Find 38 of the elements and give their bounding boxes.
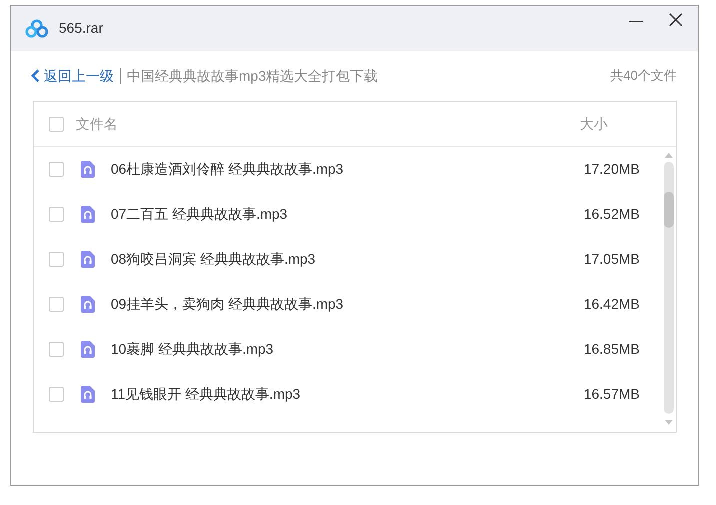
audio-file-icon	[81, 296, 95, 313]
select-all-checkbox[interactable]	[49, 116, 64, 132]
file-count: 共40个文件	[610, 67, 677, 86]
row-checkbox[interactable]	[49, 252, 64, 267]
close-icon	[669, 13, 683, 27]
file-size: 16.52MB	[584, 205, 640, 224]
row-checkbox[interactable]	[49, 297, 64, 312]
file-size: 17.20MB	[584, 160, 640, 179]
column-header: 文件名	[76, 114, 118, 134]
scroll-down-icon[interactable]	[664, 419, 674, 426]
back-link[interactable]: 返回上一级	[31, 66, 114, 86]
row-checkbox[interactable]	[49, 387, 64, 402]
audio-file-icon	[81, 251, 95, 268]
file-size: 16.42MB	[584, 295, 640, 314]
file-name: 09挂羊头，卖狗肉 经典典故故事.mp3	[111, 295, 344, 314]
cloud-logo-icon	[25, 18, 49, 38]
minimize-icon	[629, 21, 643, 23]
window-title: 565.rar	[59, 19, 104, 38]
audio-file-icon	[81, 206, 95, 223]
audio-file-icon	[81, 341, 95, 358]
file-name: 06杜康造酒刘伶醉 经典典故故事.mp3	[111, 160, 344, 179]
audio-file-icon	[81, 161, 95, 178]
row-checkbox[interactable]	[49, 207, 64, 222]
file-name: 10裹脚 经典典故故事.mp3	[111, 340, 274, 359]
scroll-up-icon[interactable]	[664, 152, 674, 159]
file-size: 16.57MB	[584, 385, 640, 404]
audio-file-icon	[81, 386, 95, 403]
row-checkbox[interactable]	[49, 342, 64, 357]
file-name: 11见钱眼开 经典典故故事.mp3	[111, 385, 301, 404]
folder-path: 中国经典典故故事mp3精选大全打包下载	[127, 66, 378, 86]
scrollbar-thumb[interactable]	[664, 192, 674, 228]
file-size: 17.05MB	[584, 250, 640, 269]
chevron-left-icon	[31, 69, 40, 83]
row-checkbox[interactable]	[49, 162, 64, 177]
file-size: 16.85MB	[584, 340, 640, 359]
column-header: 大小	[580, 114, 608, 134]
file-name: 07二百五 经典典故故事.mp3	[111, 205, 288, 224]
file-name: 08狗咬吕洞宾 经典典故故事.mp3	[111, 250, 316, 269]
